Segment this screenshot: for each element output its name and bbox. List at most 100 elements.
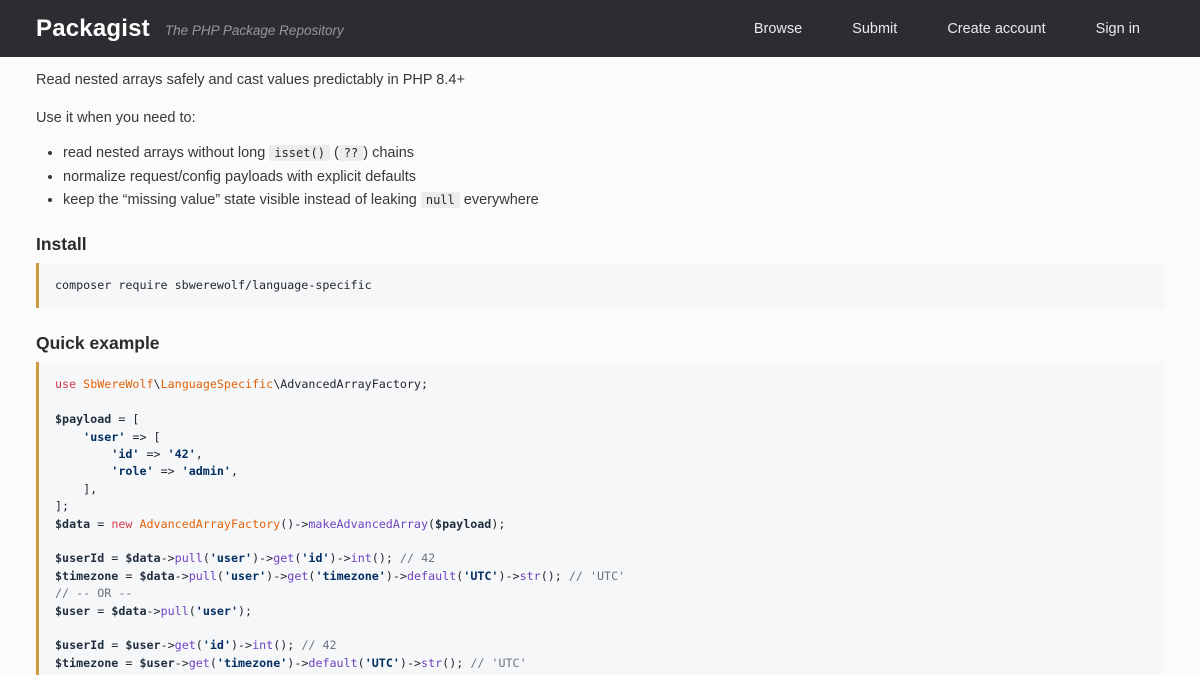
- code-token: [55, 447, 111, 461]
- code-token: pull: [175, 551, 203, 565]
- code-token: ->: [161, 638, 175, 652]
- code-token: )->: [400, 656, 421, 670]
- main-nav: Browse Submit Create account Sign in: [754, 21, 1164, 37]
- code-token: (: [358, 656, 365, 670]
- list-item: keep the “missing value” state visible i…: [63, 192, 1164, 209]
- code-token: int: [252, 638, 273, 652]
- code-line: $user = $data->pull('user');: [55, 603, 1148, 620]
- code-token: (: [428, 517, 435, 531]
- list-item-text: ) chains: [363, 145, 414, 161]
- code-token: 'admin': [182, 464, 231, 478]
- code-token: // 'UTC': [470, 656, 526, 670]
- code-token: // 'UTC': [569, 569, 625, 583]
- code-token: 'id': [203, 638, 231, 652]
- list-item-text: everywhere: [460, 192, 539, 208]
- code-line: [55, 533, 1148, 550]
- code-line: [55, 620, 1148, 637]
- feature-list: read nested arrays without long isset() …: [36, 145, 1164, 209]
- code-token: ,: [196, 447, 203, 461]
- code-token: )->: [231, 638, 252, 652]
- code-token: 'id': [301, 551, 329, 565]
- code-token: =: [118, 569, 139, 583]
- code-token: ->: [175, 656, 189, 670]
- code-token: $data: [55, 517, 90, 531]
- example-code: use SbWereWolf\LanguageSpecific\Advanced…: [55, 376, 1148, 672]
- list-item: read nested arrays without long isset() …: [63, 145, 1164, 162]
- code-token: => [: [125, 430, 160, 444]
- inline-code: isset(): [269, 145, 330, 161]
- code-token: )->: [330, 551, 351, 565]
- code-token: $userId: [55, 638, 104, 652]
- code-token: default: [308, 656, 357, 670]
- code-token: AdvancedArrayFactory;: [280, 377, 428, 391]
- code-token: ],: [55, 482, 97, 496]
- code-token: 'user': [224, 569, 266, 583]
- code-token: )->: [498, 569, 519, 583]
- code-token: 'timezone': [217, 656, 287, 670]
- inline-code: ??: [339, 145, 363, 161]
- code-token: use: [55, 377, 76, 391]
- code-token: =: [104, 551, 125, 565]
- code-token: [55, 464, 111, 478]
- code-token: pull: [161, 604, 189, 618]
- code-token: ();: [273, 638, 301, 652]
- code-token: =>: [154, 464, 182, 478]
- code-token: 'user': [210, 551, 252, 565]
- code-token: ];: [55, 499, 69, 513]
- code-token: =: [90, 517, 111, 531]
- code-token: str: [421, 656, 442, 670]
- code-line: $timezone = $data->pull('user')->get('ti…: [55, 568, 1148, 585]
- install-code-block: composer require sbwerewolf/language-spe…: [36, 263, 1164, 308]
- code-token: 'UTC': [365, 656, 400, 670]
- code-token: ();: [541, 569, 569, 583]
- code-token: =: [118, 656, 139, 670]
- code-token: 'timezone': [315, 569, 385, 583]
- code-token: ->: [147, 604, 161, 618]
- code-line: 'user' => [: [55, 429, 1148, 446]
- example-heading: Quick example: [36, 333, 1164, 353]
- code-token: (: [217, 569, 224, 583]
- list-item-text: read nested arrays without long: [63, 145, 269, 161]
- code-token: (: [203, 551, 210, 565]
- code-token: $data: [125, 551, 160, 565]
- code-token: =: [104, 638, 125, 652]
- code-line: $timezone = $user->get('timezone')->defa…: [55, 655, 1148, 672]
- nav-link-browse[interactable]: Browse: [754, 21, 802, 37]
- code-token: $timezone: [55, 656, 118, 670]
- code-token: 'user': [83, 430, 125, 444]
- code-token: [55, 430, 83, 444]
- code-token: $user: [55, 604, 90, 618]
- code-token: $timezone: [55, 569, 118, 583]
- code-token: )->: [266, 569, 287, 583]
- code-line: // -- OR --: [55, 585, 1148, 602]
- nav-link-submit[interactable]: Submit: [852, 21, 897, 37]
- code-token: \: [154, 377, 161, 391]
- code-token: get: [175, 638, 196, 652]
- code-token: )->: [386, 569, 407, 583]
- code-token: )->: [287, 656, 308, 670]
- code-token: AdvancedArrayFactory: [139, 517, 280, 531]
- header: Packagist The PHP Package Repository Bro…: [0, 0, 1200, 57]
- code-token: (: [210, 656, 217, 670]
- code-line: 'id' => '42',: [55, 446, 1148, 463]
- code-token: = [: [111, 412, 139, 426]
- list-item: normalize request/config payloads with e…: [63, 169, 1164, 186]
- install-command: composer require sbwerewolf/language-spe…: [55, 277, 1148, 294]
- install-heading: Install: [36, 234, 1164, 254]
- use-when-paragraph: Use it when you need to:: [36, 110, 1164, 127]
- code-token: str: [520, 569, 541, 583]
- nav-link-create-account[interactable]: Create account: [947, 21, 1045, 37]
- code-token: get: [189, 656, 210, 670]
- code-line: $userId = $data->pull('user')->get('id')…: [55, 550, 1148, 567]
- code-token: // -- OR --: [55, 586, 132, 600]
- code-line: 'role' => 'admin',: [55, 463, 1148, 480]
- brand-logo[interactable]: Packagist: [36, 15, 150, 43]
- code-token: 'id': [111, 447, 139, 461]
- code-token: default: [407, 569, 456, 583]
- code-token: 'user': [196, 604, 238, 618]
- nav-link-sign-in[interactable]: Sign in: [1096, 21, 1140, 37]
- code-token: $user: [139, 656, 174, 670]
- code-token: =: [90, 604, 111, 618]
- code-token: $data: [139, 569, 174, 583]
- code-token: '42': [168, 447, 196, 461]
